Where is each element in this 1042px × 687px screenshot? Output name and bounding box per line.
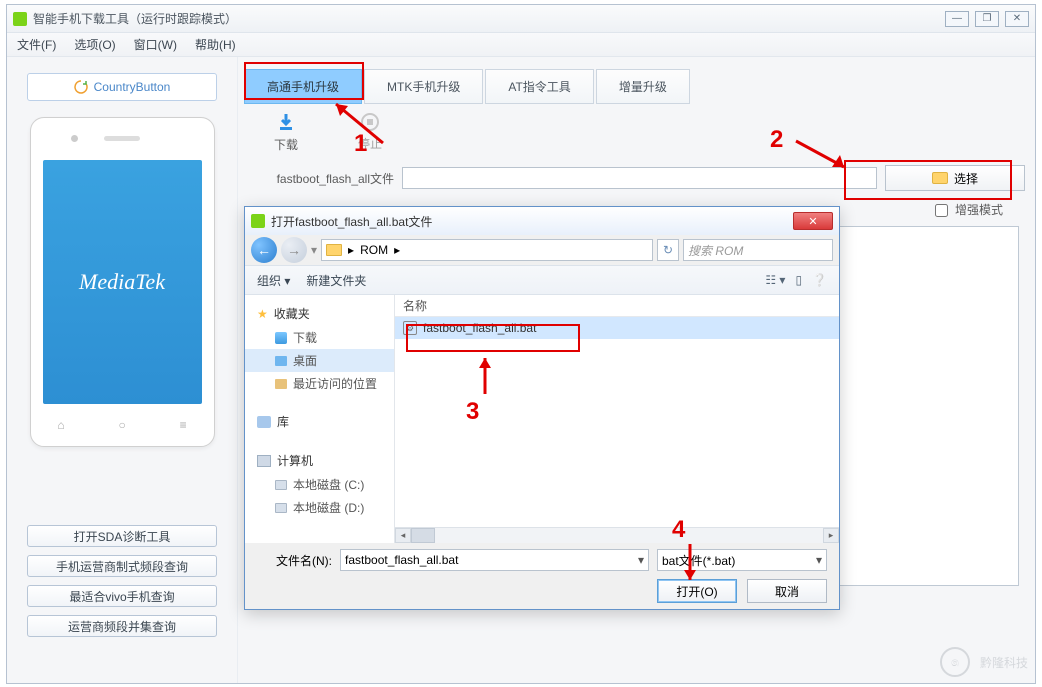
app-icon xyxy=(13,12,27,26)
country-button-label: CountryButton xyxy=(94,80,171,94)
enhanced-mode-label: 增强模式 xyxy=(955,203,1003,217)
dropdown-icon[interactable]: ▾ xyxy=(816,553,822,567)
new-folder-button[interactable]: 新建文件夹 xyxy=(306,272,366,289)
minimize-button[interactable]: — xyxy=(945,11,969,27)
download-label: 下载 xyxy=(274,136,298,153)
phone-brand-label: MediaTek xyxy=(43,160,202,404)
disk-icon xyxy=(275,480,287,490)
filename-input[interactable]: fastboot_flash_all.bat▾ xyxy=(340,549,649,571)
star-icon: ★ xyxy=(257,307,268,321)
download-button[interactable]: 下载 xyxy=(274,112,298,153)
phone-illustration: MediaTek ⌂○≡ xyxy=(30,117,215,447)
filename-label: 文件名(N): xyxy=(257,552,332,569)
stop-button: 停止 xyxy=(358,113,382,152)
menu-window[interactable]: 窗口(W) xyxy=(134,36,177,53)
search-input[interactable]: 搜索 ROM xyxy=(683,239,833,261)
maximize-button[interactable]: ❐ xyxy=(975,11,999,27)
nav-forward-button: → xyxy=(281,237,307,263)
folder-tree[interactable]: ★ 收藏夹 下载 桌面 最近访问的位置 库 计算机 本地磁盘 (C:) 本地磁盘 … xyxy=(245,295,395,543)
tree-disk-c[interactable]: 本地磁盘 (C:) xyxy=(293,476,364,493)
tree-desktop[interactable]: 桌面 xyxy=(293,352,317,369)
stop-label: 停止 xyxy=(358,135,382,152)
tree-favorites[interactable]: 收藏夹 xyxy=(274,305,310,322)
tab-qualcomm[interactable]: 高通手机升级 xyxy=(244,69,362,104)
dropdown-icon[interactable]: ▾ xyxy=(638,553,644,567)
view-options-button[interactable]: ☷ ▾ xyxy=(765,273,785,287)
sda-button[interactable]: 打开SDA诊断工具 xyxy=(27,525,217,547)
tree-downloads[interactable]: 下载 xyxy=(293,329,317,346)
enhanced-mode-checkbox[interactable] xyxy=(935,204,948,217)
menu-help[interactable]: 帮助(H) xyxy=(195,36,236,53)
carrier-union-button[interactable]: 运营商频段并集查询 xyxy=(27,615,217,637)
cancel-button[interactable]: 取消 xyxy=(747,579,827,603)
carrier-freq-button[interactable]: 手机运营商制式频段查询 xyxy=(27,555,217,577)
vivo-query-button[interactable]: 最适合vivo手机查询 xyxy=(27,585,217,607)
folder-icon xyxy=(932,172,948,184)
menu-options[interactable]: 选项(O) xyxy=(74,36,115,53)
file-path-input[interactable] xyxy=(402,167,877,189)
recent-icon xyxy=(275,379,287,389)
folder-icon xyxy=(326,244,342,256)
horizontal-scrollbar[interactable]: ◂▸ xyxy=(395,527,839,543)
menu-file[interactable]: 文件(F) xyxy=(17,36,56,53)
refresh-icon xyxy=(74,80,88,94)
refresh-button[interactable]: ↻ xyxy=(657,239,679,261)
disk-icon xyxy=(275,503,287,513)
stop-icon xyxy=(361,113,379,131)
open-button[interactable]: 打开(O) xyxy=(657,579,737,603)
organize-menu[interactable]: 组织 ▾ xyxy=(257,272,290,289)
help-button[interactable]: ❔ xyxy=(812,273,827,287)
nav-back-button[interactable]: ← xyxy=(251,237,277,263)
watermark-text: 黔隆科技 xyxy=(980,654,1028,671)
tab-mtk[interactable]: MTK手机升级 xyxy=(364,69,483,104)
wechat-icon: ෧ xyxy=(940,647,970,677)
file-name: fastboot_flash_all.bat xyxy=(423,321,536,335)
dialog-close-button[interactable]: ✕ xyxy=(793,212,833,230)
file-label: fastboot_flash_all文件 xyxy=(244,170,394,187)
download-icon xyxy=(276,112,296,132)
file-open-dialog: 打开fastboot_flash_all.bat文件 ✕ ← → ▾ ▸ ROM… xyxy=(244,206,840,610)
desktop-icon xyxy=(275,356,287,366)
library-icon xyxy=(257,416,271,428)
breadcrumb-bar[interactable]: ▸ ROM ▸ xyxy=(321,239,653,261)
window-title: 智能手机下载工具（运行时跟踪模式） xyxy=(33,10,945,27)
breadcrumb-sep: ▸ xyxy=(394,243,400,257)
tree-library[interactable]: 库 xyxy=(277,413,289,430)
watermark: ෧ 黔隆科技 xyxy=(940,647,1028,677)
computer-icon xyxy=(257,455,271,467)
tree-recent[interactable]: 最近访问的位置 xyxy=(293,375,377,392)
dialog-app-icon xyxy=(251,214,265,228)
country-button[interactable]: CountryButton xyxy=(27,73,217,101)
breadcrumb-item[interactable]: ROM xyxy=(360,243,388,257)
breadcrumb-sep: ▸ xyxy=(348,243,354,257)
nav-history-dropdown[interactable]: ▾ xyxy=(311,243,317,257)
preview-pane-button[interactable]: ▯ xyxy=(795,273,802,287)
close-button[interactable]: ✕ xyxy=(1005,11,1029,27)
download-folder-icon xyxy=(275,332,287,344)
tree-computer[interactable]: 计算机 xyxy=(277,452,313,469)
column-name[interactable]: 名称 xyxy=(403,297,427,314)
select-label: 选择 xyxy=(954,170,978,187)
tab-delta[interactable]: 增量升级 xyxy=(596,69,690,104)
tab-at[interactable]: AT指令工具 xyxy=(485,69,593,104)
tree-disk-d[interactable]: 本地磁盘 (D:) xyxy=(293,499,364,516)
filetype-filter[interactable]: bat文件(*.bat)▾ xyxy=(657,549,827,571)
dialog-title: 打开fastboot_flash_all.bat文件 xyxy=(271,213,793,230)
bat-file-icon: ⚙ xyxy=(403,321,417,335)
file-row[interactable]: ⚙ fastboot_flash_all.bat xyxy=(395,317,839,339)
select-file-button[interactable]: 选择 xyxy=(885,165,1025,191)
